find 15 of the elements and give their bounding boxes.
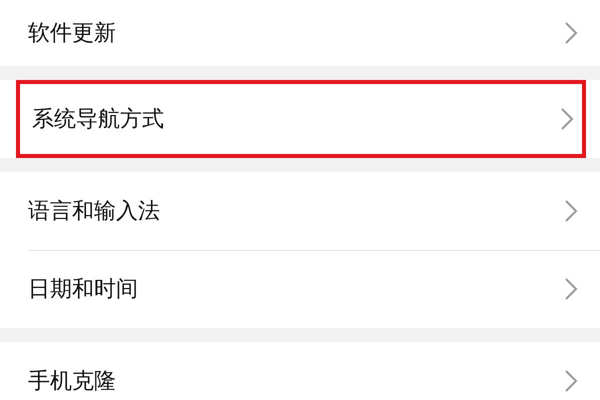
chevron-icon [564,21,578,45]
settings-item[interactable]: 日期和时间 [0,250,600,328]
item-label: 软件更新 [28,20,116,48]
settings-item[interactable]: 手机克隆 [0,342,600,400]
chevron-icon [564,369,578,393]
chevron-icon [564,277,578,301]
chevron-icon [560,107,574,131]
settings-item[interactable]: 软件更新 [0,0,600,66]
item-label: 手机克隆 [28,368,116,396]
item-label: 语言和输入法 [28,198,160,226]
item-label: 日期和时间 [28,276,138,304]
item-label: 系统导航方式 [32,106,164,134]
highlighted-settings-item[interactable]: 系统导航方式 [16,80,586,158]
chevron-icon [564,199,578,223]
settings-item[interactable]: 语言和输入法 [0,172,600,250]
